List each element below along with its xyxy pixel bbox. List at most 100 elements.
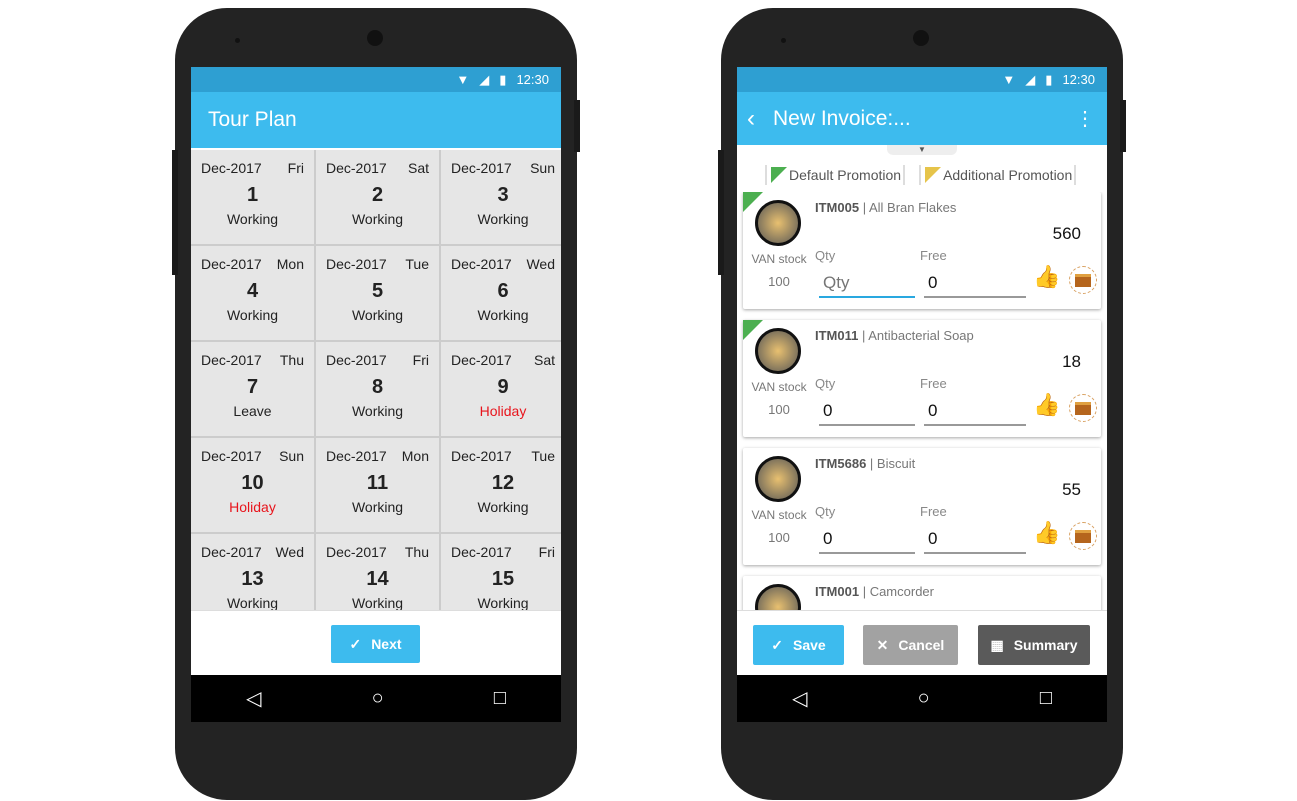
- free-input[interactable]: [924, 270, 1026, 298]
- item-list[interactable]: VAN stock 100 ITM005 | All Bran Flakes 5…: [737, 192, 1107, 610]
- home-icon[interactable]: ○: [918, 687, 930, 710]
- month: Dec-2017: [326, 256, 387, 272]
- day-number: 11: [366, 472, 389, 494]
- day-cell[interactable]: Dec-2017 Tue 12 Working: [441, 438, 561, 532]
- nav-bar: ◁ ○ □: [191, 675, 561, 722]
- van-stock-value: 100: [768, 530, 790, 545]
- thumbs-up-stars-icon[interactable]: 👍: [1033, 392, 1060, 418]
- day-status: Working: [351, 307, 404, 323]
- legend-label: Additional Promotion: [943, 167, 1073, 183]
- day-status: Working: [226, 595, 279, 610]
- day-number: 9: [497, 376, 509, 398]
- weekday: Fri: [412, 352, 429, 368]
- van-stock-label: VAN stock: [751, 508, 807, 522]
- month: Dec-2017: [451, 448, 512, 464]
- next-button[interactable]: ✓ Next: [331, 625, 420, 663]
- item-price: 560: [1052, 224, 1081, 243]
- day-cell[interactable]: Dec-2017 Mon 11 Working: [316, 438, 439, 532]
- day-cell[interactable]: Dec-2017 Thu 7 Leave: [191, 342, 314, 436]
- day-status: Working: [226, 307, 279, 323]
- day-status: Working: [477, 307, 529, 323]
- weekday: Sat: [533, 352, 555, 368]
- expand-handle[interactable]: ▼: [887, 145, 957, 155]
- weekday: Mon: [401, 448, 429, 464]
- nav-bar: ◁ ○ □: [737, 675, 1107, 722]
- qty-label: Qty: [815, 248, 836, 263]
- qty-input[interactable]: [819, 270, 915, 298]
- check-icon: ✓: [771, 636, 784, 653]
- day-number: 13: [241, 568, 264, 590]
- day-number: 10: [241, 472, 264, 494]
- back-arrow-icon[interactable]: ‹: [747, 105, 755, 133]
- free-input[interactable]: [924, 398, 1026, 426]
- recents-icon[interactable]: □: [494, 687, 506, 710]
- item-code: ITM5686: [815, 456, 867, 471]
- item-name: Biscuit: [876, 456, 916, 471]
- recents-icon[interactable]: □: [1040, 687, 1052, 710]
- page-title: New Invoice:...: [773, 106, 911, 130]
- day-cell[interactable]: Dec-2017 Tue 5 Working: [316, 246, 439, 340]
- thumbs-up-stars-icon[interactable]: 👍: [1033, 520, 1060, 546]
- save-button[interactable]: ✓ Save: [753, 625, 844, 665]
- legend-default-promotion: Default Promotion: [765, 165, 906, 185]
- weekday: Sat: [407, 160, 429, 176]
- free-label: Free: [920, 504, 947, 519]
- home-icon[interactable]: ○: [372, 687, 384, 710]
- wifi-icon: ▼: [1002, 72, 1016, 87]
- day-status: Holiday: [229, 499, 276, 515]
- more-options-icon[interactable]: ⋮: [1075, 106, 1095, 131]
- day-cell[interactable]: Dec-2017 Mon 4 Working: [191, 246, 314, 340]
- item-name: Antibacterial Soap: [868, 328, 974, 343]
- day-cell[interactable]: Dec-2017 Sat 9 Holiday: [441, 342, 561, 436]
- day-cell[interactable]: Dec-2017 Sat 2 Working: [316, 150, 439, 244]
- cancel-button[interactable]: ✕ Cancel: [863, 625, 958, 665]
- month: Dec-2017: [451, 352, 512, 368]
- month: Dec-2017: [451, 544, 512, 560]
- day-number: 6: [497, 280, 509, 302]
- weekday: Mon: [276, 256, 304, 272]
- day-number: 14: [366, 568, 389, 590]
- day-status: Holiday: [479, 403, 527, 419]
- close-icon: ✕: [876, 636, 889, 653]
- month: Dec-2017: [201, 448, 262, 464]
- month: Dec-2017: [326, 352, 387, 368]
- day-cell[interactable]: Dec-2017 Sun 3 Working: [441, 150, 561, 244]
- weekday: Sun: [279, 448, 304, 464]
- page-title: Tour Plan: [208, 108, 297, 131]
- check-icon: ✓: [349, 635, 362, 652]
- day-number: 2: [371, 184, 384, 206]
- back-icon[interactable]: ◁: [246, 686, 261, 711]
- product-image: [755, 328, 801, 374]
- qty-input[interactable]: [819, 398, 915, 426]
- package-icon[interactable]: [1069, 522, 1097, 550]
- day-number: 5: [371, 280, 384, 302]
- month: Dec-2017: [326, 544, 387, 560]
- qty-input[interactable]: [819, 526, 915, 554]
- summary-button[interactable]: ▦ Summary: [978, 625, 1090, 665]
- item-code: ITM011: [815, 328, 859, 343]
- day-cell[interactable]: Dec-2017 Fri 8 Working: [316, 342, 439, 436]
- day-cell[interactable]: Dec-2017 Wed 6 Working: [441, 246, 561, 340]
- day-number: 15: [491, 568, 515, 590]
- back-icon[interactable]: ◁: [792, 686, 807, 711]
- package-icon[interactable]: [1069, 266, 1097, 294]
- day-status: Leave: [233, 403, 272, 419]
- weekday: Thu: [279, 352, 304, 368]
- month: Dec-2017: [201, 256, 262, 272]
- day-cell[interactable]: Dec-2017 Sun 10 Holiday: [191, 438, 314, 532]
- package-icon[interactable]: [1069, 394, 1097, 422]
- summary-label: Summary: [1013, 637, 1078, 653]
- phone-left: ▼ ◢ ▮ 12:30 Tour Plan Dec-2017 Fri 1 Working De…: [172, 8, 580, 800]
- weekday: Sun: [530, 160, 555, 176]
- thumbs-up-stars-icon[interactable]: 👍: [1033, 264, 1060, 290]
- weekday: Wed: [275, 544, 304, 560]
- day-cell[interactable]: Dec-2017 Thu 14 Working: [316, 534, 439, 610]
- signal-icon: ◢: [1025, 71, 1036, 87]
- item-card: VAN stock 100 ITM005 | All Bran Flakes 5…: [743, 192, 1101, 309]
- yellow-flag-icon: [925, 167, 942, 183]
- day-cell[interactable]: Dec-2017 Fri 1 Working: [191, 150, 314, 244]
- free-input[interactable]: [924, 526, 1026, 554]
- day-cell[interactable]: Dec-2017 Wed 13 Working: [191, 534, 314, 610]
- day-cell[interactable]: Dec-2017 Fri 15 Working: [441, 534, 561, 610]
- month: Dec-2017: [201, 352, 262, 368]
